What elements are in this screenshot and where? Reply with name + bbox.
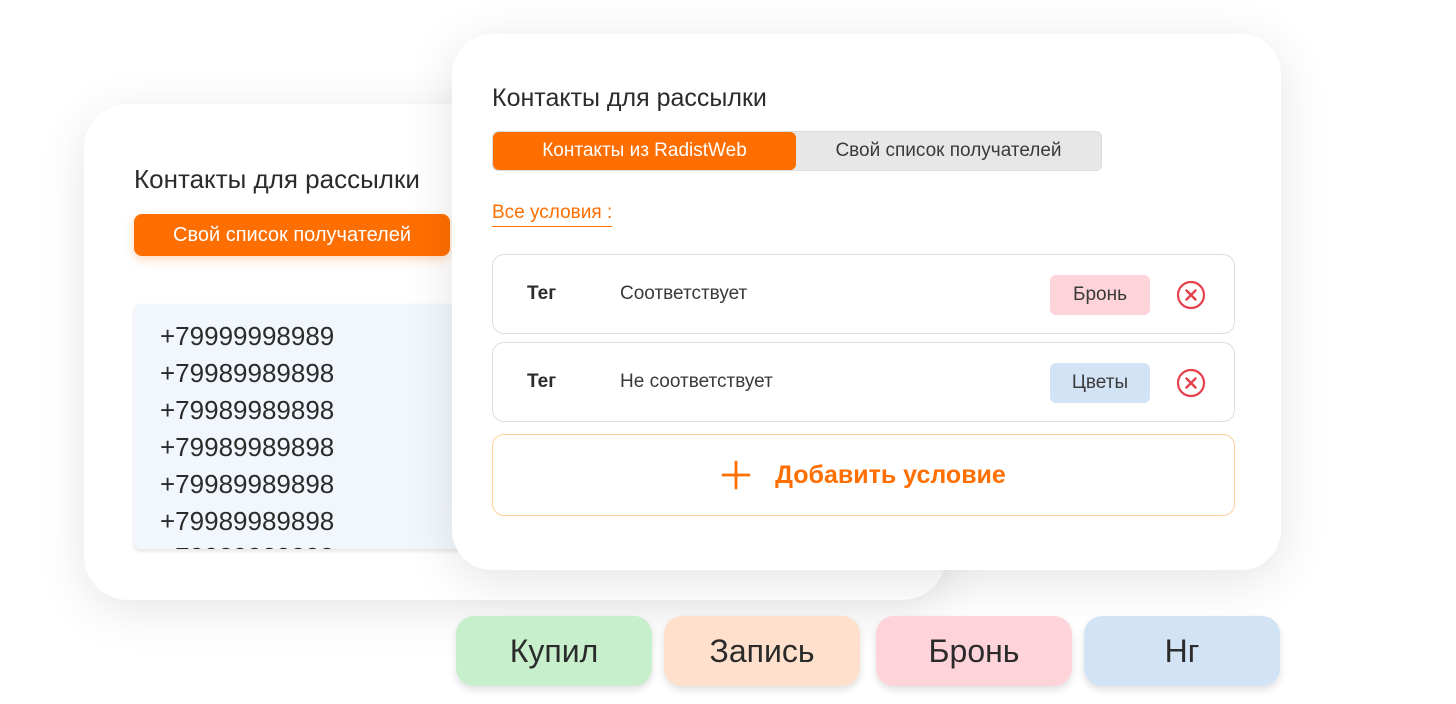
condition-tag[interactable]: Бронь (1050, 275, 1150, 315)
condition-tag[interactable]: Цветы (1050, 363, 1150, 403)
tab-own-recipient-list[interactable]: Свой список получателей (796, 132, 1101, 170)
condition-field[interactable]: Тег (527, 255, 556, 333)
tag-chip[interactable]: Купил (456, 616, 652, 686)
tag-chip[interactable]: Бронь (876, 616, 1072, 686)
condition-operator[interactable]: Не соответствует (620, 343, 773, 421)
phone-list-textarea[interactable]: +79999998989 +79989989898 +79989989898 +… (134, 304, 464, 549)
phone-item: +79989989898 (160, 357, 335, 388)
phone-item: +79999998989 (160, 321, 335, 351)
front-contacts-card: Контакты для рассылки Контакты из Radist… (452, 34, 1281, 570)
condition-row: Тег Соответствует Бронь (492, 254, 1235, 334)
tag-chip[interactable]: Нг (1084, 616, 1280, 686)
close-circle-icon[interactable] (1175, 367, 1207, 399)
tag-chip[interactable]: Запись (664, 616, 860, 686)
phone-item: +79989989898 (160, 394, 335, 425)
add-condition-button[interactable]: Добавить условие (492, 434, 1235, 516)
own-recipient-list-button[interactable]: Свой список получателей (134, 214, 450, 256)
contact-source-tabs: Контакты из RadistWeb Свой список получа… (492, 131, 1102, 171)
phone-item: +79989989898 (160, 539, 464, 549)
plus-icon (721, 460, 751, 490)
back-card-title: Контакты для рассылки (134, 164, 420, 194)
phone-item: +79989989898 (160, 468, 335, 499)
condition-field[interactable]: Тег (527, 343, 556, 421)
phone-item: +79989989898 (160, 431, 335, 462)
phone-list: +79999998989 +79989989898 +79989989898 +… (134, 304, 464, 549)
phone-item: +79989989898 (160, 505, 335, 536)
close-circle-icon[interactable] (1175, 279, 1207, 311)
condition-operator[interactable]: Соответствует (620, 255, 747, 333)
condition-row: Тег Не соответствует Цветы (492, 342, 1235, 422)
front-card-title: Контакты для рассылки (492, 84, 767, 112)
tab-radistweb-contacts[interactable]: Контакты из RadistWeb (493, 132, 796, 170)
add-condition-label: Добавить условие (775, 460, 1006, 489)
all-conditions-link[interactable]: Все условия : (492, 202, 613, 227)
